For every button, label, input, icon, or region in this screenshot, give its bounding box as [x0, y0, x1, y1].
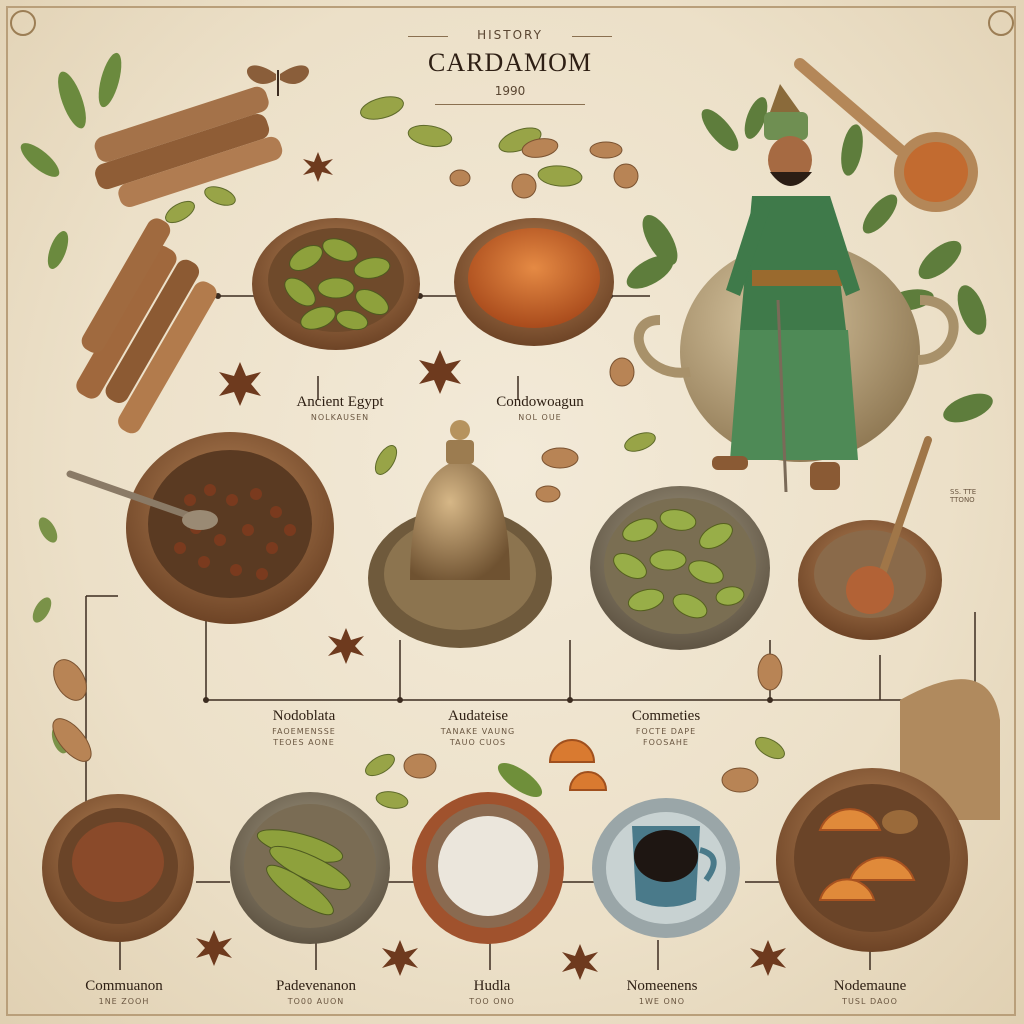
label-audateise: Audateise TANAKE VAUNG TAUO CUOS	[441, 708, 516, 747]
label-title: Nomeenens	[626, 978, 698, 994]
label-title: Ancient Egypt	[296, 394, 384, 410]
header-year: 1990	[494, 84, 526, 98]
bowl-ground-spice-bottom-icon	[42, 794, 194, 942]
label-sub: TUSL DAOO	[842, 997, 898, 1006]
label-sub: TO00 AUON	[287, 997, 345, 1006]
plate-cardamom-pods-icon	[590, 486, 770, 650]
label-sub: NOL OUE	[518, 413, 562, 422]
bowl-citrus-icon	[776, 768, 968, 952]
illustration-layer	[20, 52, 1000, 980]
label-sub: FOOSAHE	[643, 738, 689, 747]
label-sub: FOCTE DAPE	[635, 727, 697, 736]
label-sub: TEOES AONE	[273, 738, 335, 747]
label-nodoblata: Nodoblata FAOEMENSSE TEOES AONE	[272, 708, 336, 747]
label-sub: 1WE ONO	[638, 997, 686, 1006]
label-title: Nodemaune	[833, 978, 907, 994]
label-hudla: Hudla TOO ONO	[469, 978, 515, 1006]
bowl-white-powder-icon	[412, 792, 564, 944]
label-sub: TAUO CUOS	[449, 738, 507, 747]
kicker-rule-left	[408, 36, 448, 37]
label-sub: FAOEMENSSE	[272, 727, 336, 736]
side-note: SS. TTE TTONO	[950, 488, 976, 504]
bowl-ground-spice-icon	[454, 218, 614, 346]
header-rule	[435, 104, 585, 105]
page-title: CARDAMOM	[427, 48, 593, 77]
label-commuanon: Commuanon 1NE ZOOH	[85, 978, 163, 1006]
side-note-line1: SS. TTE	[950, 488, 977, 496]
header-kicker: HISTORY	[477, 28, 543, 42]
kicker-rule-right	[572, 36, 612, 37]
plate-green-pods-icon	[230, 792, 390, 944]
label-sub: NOLKAUSEN	[310, 413, 370, 422]
label-nodemaune: Nodemaune TUSL DAOO	[834, 978, 906, 1006]
label-title: Commuanon	[85, 978, 163, 994]
wooden-spoon-icon	[794, 58, 978, 212]
label-sub: 1NE ZOOH	[98, 997, 150, 1006]
label-title: Padevenanon	[276, 978, 356, 994]
header: HISTORY CARDAMOM 1990	[380, 28, 640, 105]
label-condowoagun: Condowoagun NOL OUE	[496, 394, 584, 422]
cinnamon-sticks-icon	[76, 86, 283, 434]
orange-slices-icon	[548, 739, 608, 791]
label-sub: TOO ONO	[469, 997, 515, 1006]
coffee-cup-icon	[592, 798, 740, 938]
label-title: Hudla	[473, 978, 511, 994]
label-title: Nodoblata	[272, 708, 336, 724]
label-title: Audateise	[448, 708, 508, 724]
bowl-cloves-icon	[66, 432, 334, 624]
label-sub: TANAKE VAUNG	[440, 727, 516, 736]
label-commeties: Commeties FOCTE DAPE FOOSAHE	[632, 708, 700, 747]
label-ancient-egypt: Ancient Egypt NOLKAUSEN	[296, 394, 383, 422]
label-title: Condowoagun	[496, 394, 584, 410]
label-nomeenens: Nomeenens 1WE ONO	[627, 978, 698, 1006]
bowl-cardamom-pods-icon	[252, 218, 420, 350]
label-padevenanon: Padevenanon TO00 AUON	[276, 978, 356, 1006]
scattered-cardamom-pods-icon	[52, 96, 785, 809]
side-note-line2: TTONO	[950, 496, 975, 504]
label-title: Commeties	[631, 708, 701, 724]
